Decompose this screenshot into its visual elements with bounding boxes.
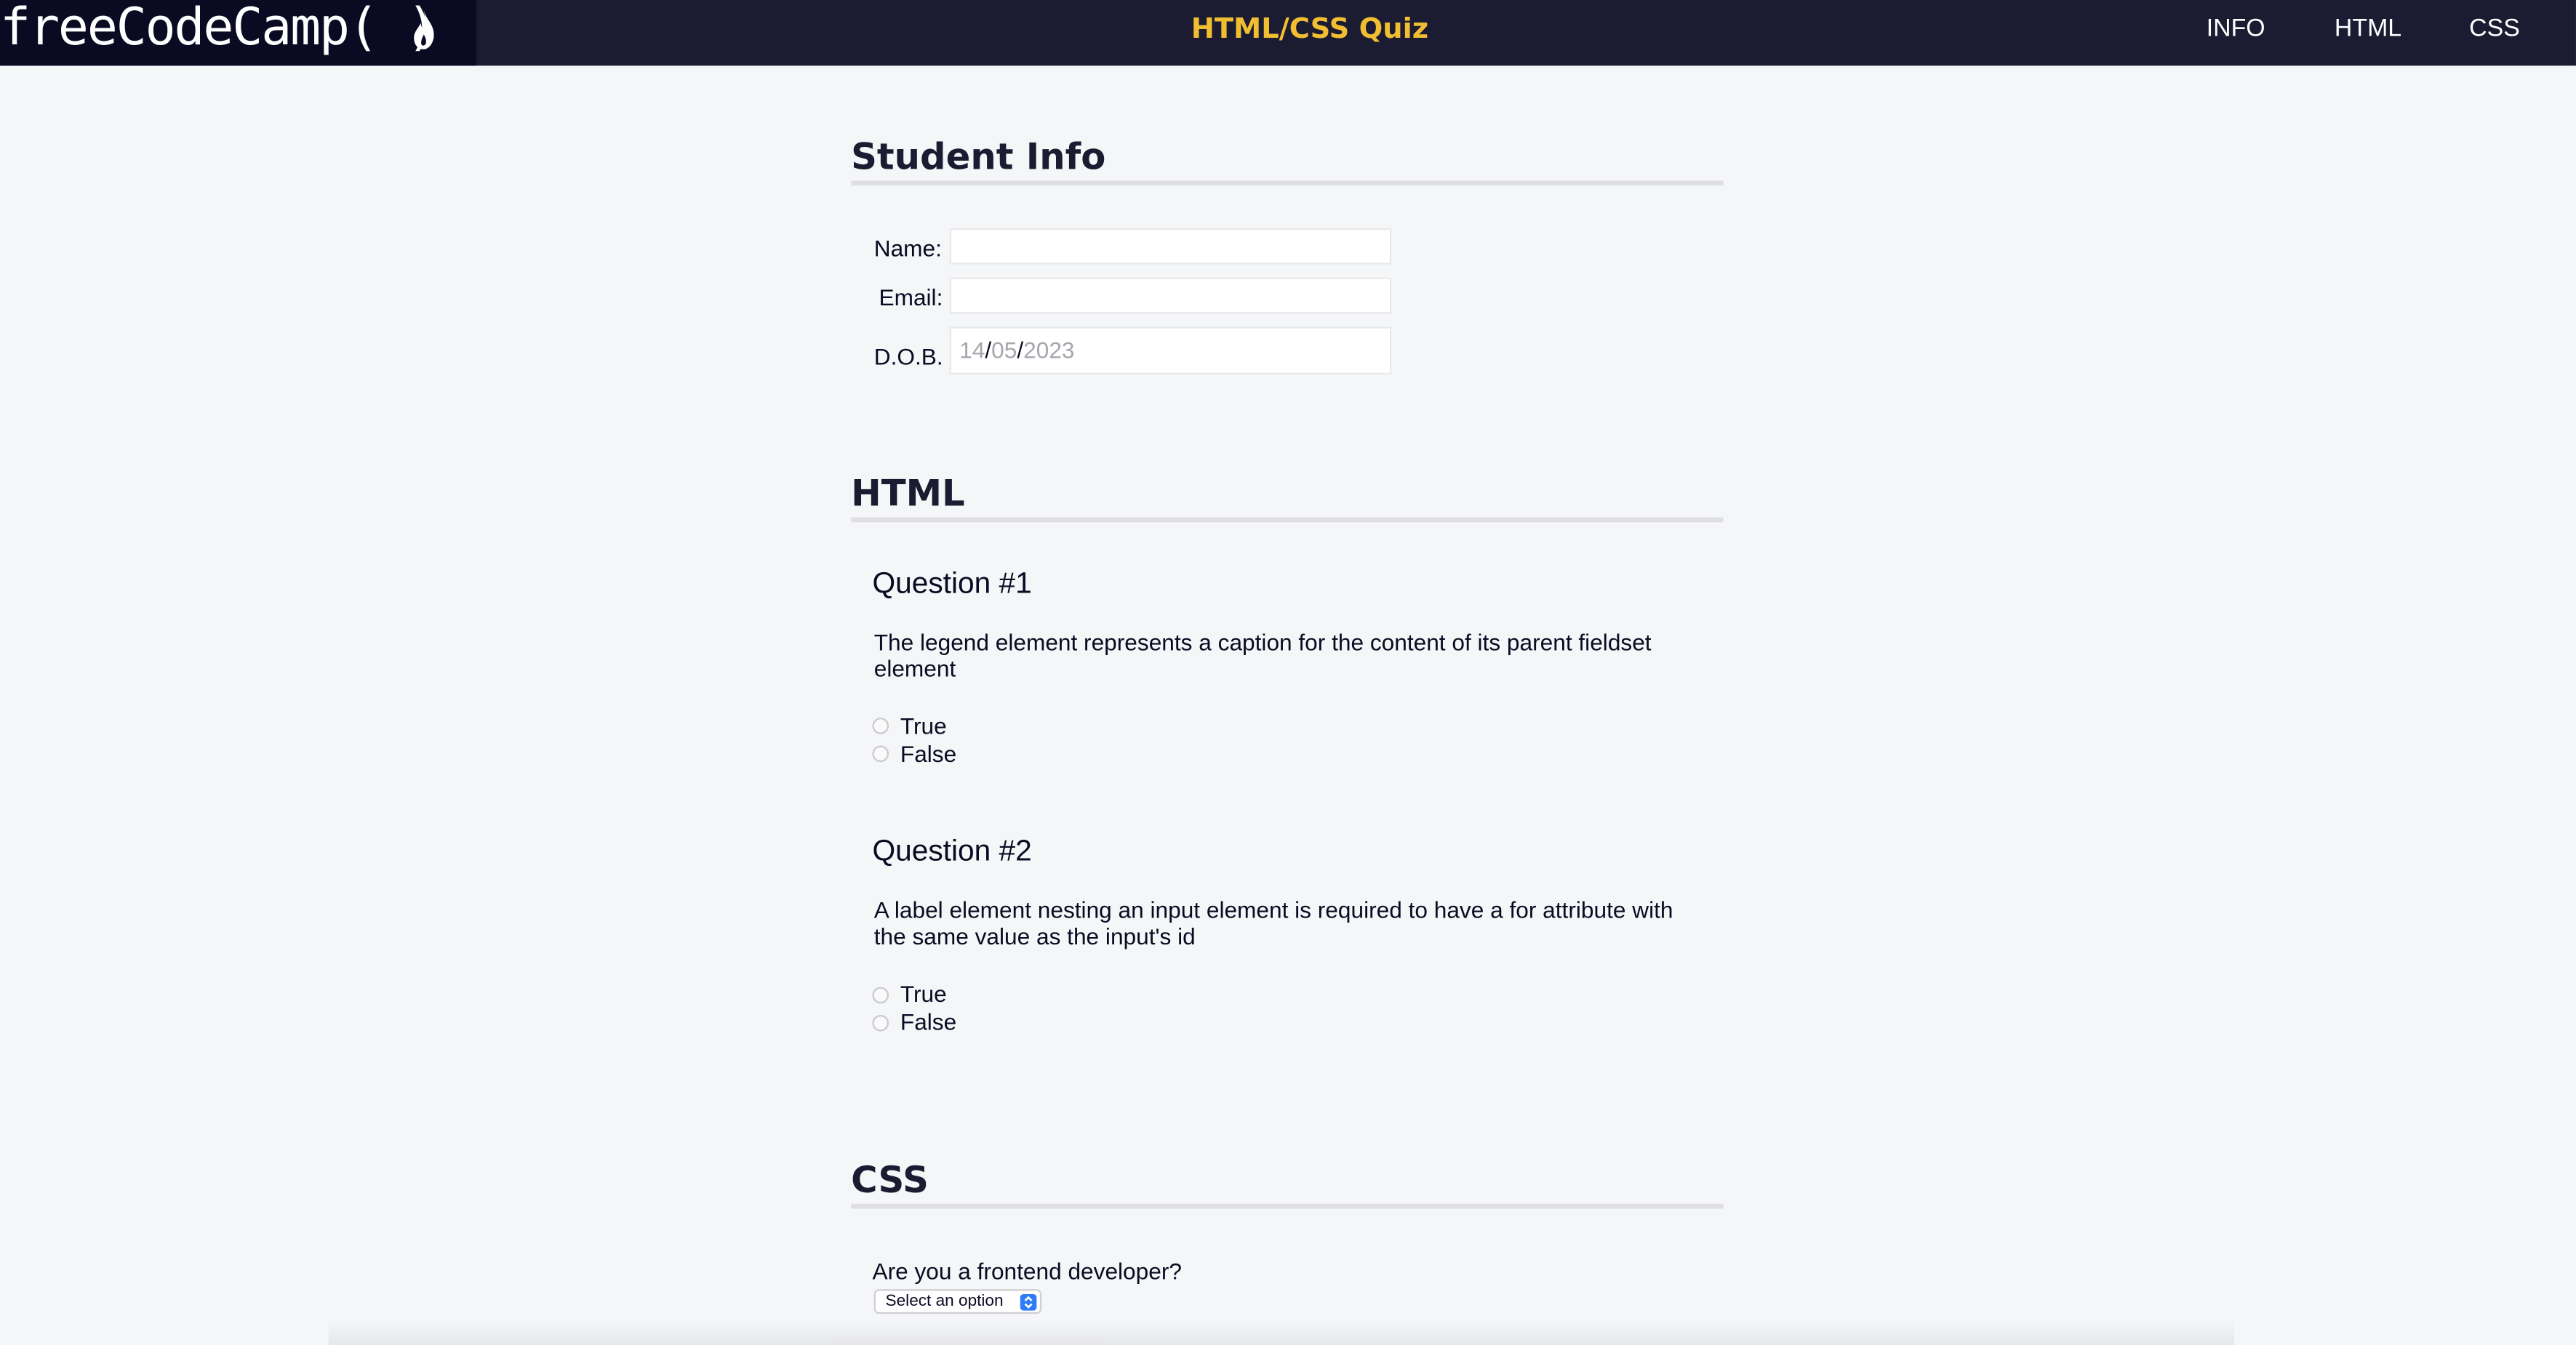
logo-wordmark: freeCodeCamp() <box>0 0 438 58</box>
page-title: HTML/CSS Quiz <box>1191 13 1429 47</box>
question-2-false-label[interactable]: False <box>900 1008 956 1035</box>
dob-label: D.O.B. <box>873 343 943 370</box>
css-heading: CSS <box>851 1161 929 1203</box>
top-navbar: freeCodeCamp() HTML/CSS Quiz INFO HTML C… <box>0 0 2576 66</box>
fire-icon <box>414 9 434 49</box>
dob-value: 14/05/2023 <box>959 337 1075 364</box>
nav-link-html[interactable]: HTML <box>2335 15 2401 42</box>
html-heading: HTML <box>851 474 965 516</box>
question-1-false-radio[interactable] <box>872 745 889 763</box>
question-1-true-radio[interactable] <box>872 718 889 734</box>
page-root: freeCodeCamp() HTML/CSS Quiz INFO HTML C… <box>0 0 2576 1345</box>
student-info-heading: Student Info <box>851 137 1106 180</box>
question-2-title: Question #2 <box>872 834 1032 867</box>
section-divider <box>851 180 1724 186</box>
email-label: Email: <box>879 284 943 310</box>
name-label: Name: <box>873 235 942 262</box>
question-1-title: Question #1 <box>872 566 1032 600</box>
question-2-true-label[interactable]: True <box>900 981 947 1007</box>
section-divider <box>851 517 1724 523</box>
name-field[interactable] <box>949 228 1392 265</box>
question-1-false-label[interactable]: False <box>900 741 956 767</box>
nav-link-css[interactable]: CSS <box>2469 15 2520 42</box>
updown-arrows-icon <box>1020 1294 1037 1311</box>
question-2-true-radio[interactable] <box>872 987 889 1004</box>
nav-link-info[interactable]: INFO <box>2207 15 2265 42</box>
question-2-text: A label element nesting an input element… <box>873 896 1673 949</box>
frontend-question: Are you a frontend developer? <box>872 1258 1182 1285</box>
select-value: Select an option <box>885 1292 1004 1311</box>
email-field[interactable] <box>949 277 1392 314</box>
question-1-text: The legend element represents a caption … <box>873 629 1652 682</box>
scroll-shadow <box>328 1318 2235 1345</box>
section-divider <box>851 1203 1724 1209</box>
frontend-select[interactable]: Select an option <box>873 1289 1042 1314</box>
question-1-true-label[interactable]: True <box>900 712 947 739</box>
question-2-false-radio[interactable] <box>872 1015 889 1032</box>
freecodecamp-logo[interactable]: freeCodeCamp() <box>0 0 477 66</box>
